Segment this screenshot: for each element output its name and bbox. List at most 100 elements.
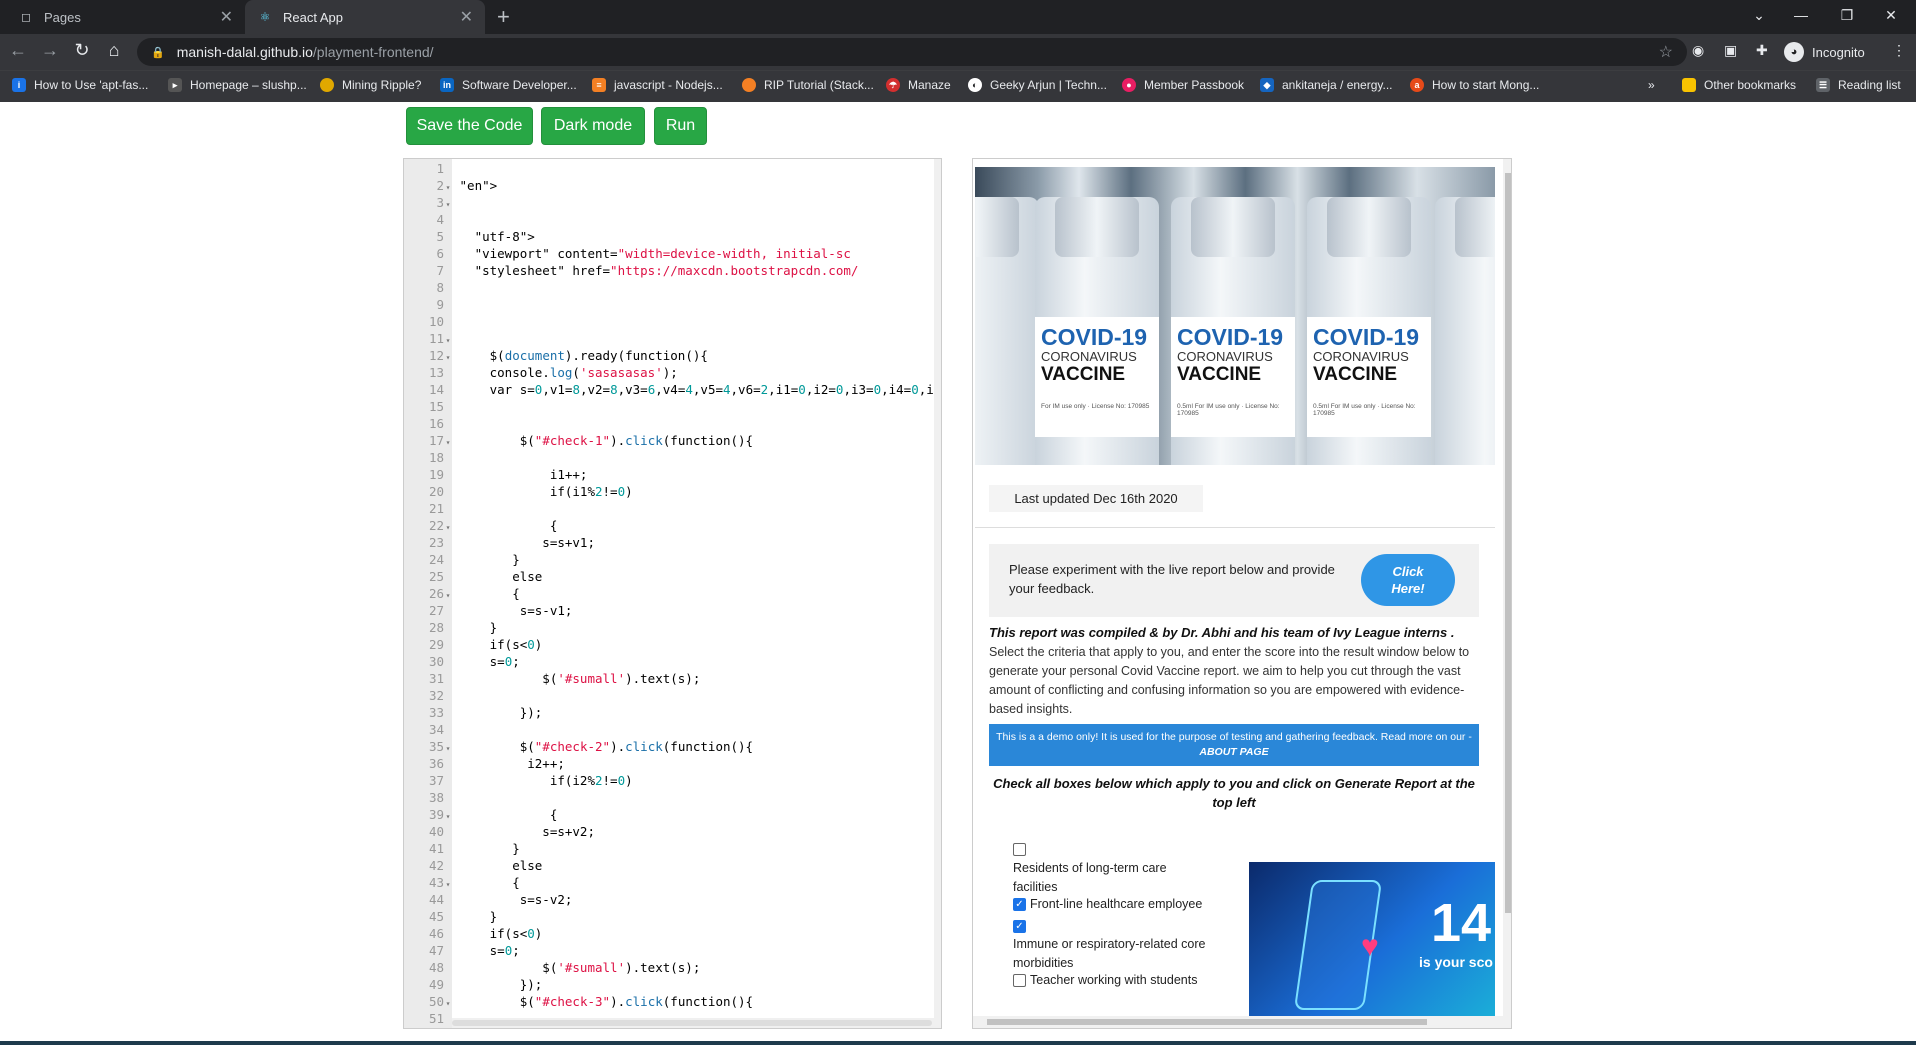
code-line[interactable]: 13 console.log('sasasasas'); bbox=[404, 364, 941, 381]
code-line[interactable]: 41 } bbox=[404, 840, 941, 857]
preview-vertical-scrollbar[interactable] bbox=[1503, 159, 1511, 1028]
address-bar[interactable]: 🔒 manish-dalal.github.io /playment-front… bbox=[137, 38, 1687, 66]
code-line[interactable]: 43 ▾ { bbox=[404, 874, 941, 891]
code-line[interactable]: 11 ▾ bbox=[404, 330, 941, 347]
checkbox-long-term-care[interactable] bbox=[1013, 843, 1026, 856]
code-line[interactable]: 38 bbox=[404, 789, 941, 806]
code-line[interactable]: 47 s=0; bbox=[404, 942, 941, 959]
code-line[interactable]: 5 "utf-8"> bbox=[404, 228, 941, 245]
run-button[interactable]: Run bbox=[654, 107, 707, 145]
code-line[interactable]: 39 ▾ { bbox=[404, 806, 941, 823]
code-line[interactable]: 22 ▾ { bbox=[404, 517, 941, 534]
code-line[interactable]: 46 if(s<0) bbox=[404, 925, 941, 942]
reading-list[interactable]: ☰ Reading list bbox=[1816, 78, 1901, 92]
tab-search-icon[interactable]: ⌄ bbox=[1744, 0, 1774, 30]
preview-frame[interactable]: COVID-19 CORONAVIRUS VACCINE For IM use onl… bbox=[972, 158, 1512, 1029]
minimize-icon[interactable]: — bbox=[1786, 0, 1816, 30]
extensions-puzzle-icon[interactable]: ✚ bbox=[1756, 42, 1768, 59]
menu-icon[interactable]: ⋮ bbox=[1892, 42, 1906, 59]
bookmark-item[interactable]: ☂ Manaze bbox=[886, 78, 951, 92]
code-line[interactable]: 24 } bbox=[404, 551, 941, 568]
bookmark-item[interactable]: ● Member Passbook bbox=[1122, 78, 1244, 92]
scroll-thumb[interactable] bbox=[1505, 173, 1511, 913]
code-line[interactable]: 37 if(i2%2!=0) bbox=[404, 772, 941, 789]
code-line[interactable]: 50 ▾ $("#check-3").click(function(){ bbox=[404, 993, 941, 1010]
bookmark-item[interactable]: a How to start Mong... bbox=[1410, 78, 1539, 92]
close-window-icon[interactable]: ✕ bbox=[1876, 0, 1906, 30]
code-line[interactable]: 10 "https://maxcdn.bootstrapcdn.com/boot… bbox=[404, 313, 941, 330]
code-line[interactable]: 3 ▾ bbox=[404, 194, 941, 211]
bookmark-item[interactable]: in Software Developer... bbox=[440, 78, 577, 92]
code-line[interactable]: 36 i2++; bbox=[404, 755, 941, 772]
scroll-thumb[interactable] bbox=[452, 1020, 932, 1026]
bookmark-item[interactable]: RIP Tutorial (Stack... bbox=[742, 78, 874, 92]
code-line[interactable]: 12 ▾ $(document).ready(function(){ bbox=[404, 347, 941, 364]
extension-icon[interactable]: ◉ bbox=[1692, 42, 1704, 59]
code-line[interactable]: 33 }); bbox=[404, 704, 941, 721]
dark-mode-button[interactable]: Dark mode bbox=[541, 107, 645, 145]
code-line[interactable]: 1 bbox=[404, 160, 941, 177]
code-line[interactable]: 16 bbox=[404, 415, 941, 432]
code-line[interactable]: 20 if(i1%2!=0) bbox=[404, 483, 941, 500]
code-line[interactable]: 31 $('#sumall').text(s); bbox=[404, 670, 941, 687]
code-line[interactable]: 25 else bbox=[404, 568, 941, 585]
code-line[interactable]: 6 "viewport" content="width=device-width… bbox=[404, 245, 941, 262]
back-icon[interactable]: ← bbox=[6, 40, 30, 61]
code-line[interactable]: 4 Bootstrap Example bbox=[404, 211, 941, 228]
click-here-button[interactable]: Click Here! bbox=[1361, 554, 1455, 606]
code-line[interactable]: 18 bbox=[404, 449, 941, 466]
code-line[interactable]: 2 ▾ "en"> bbox=[404, 177, 941, 194]
code-line[interactable]: 40 s=s+v2; bbox=[404, 823, 941, 840]
code-line[interactable]: 9 "https://cdnjs.cloudflare.com/ajax/lib… bbox=[404, 296, 941, 313]
bookmark-item[interactable]: i How to Use 'apt-fas... bbox=[12, 78, 148, 92]
preview-horizontal-scrollbar[interactable] bbox=[973, 1016, 1503, 1028]
extension-icon[interactable]: ▣ bbox=[1724, 42, 1737, 59]
code-line[interactable]: 21 bbox=[404, 500, 941, 517]
editor-vertical-scrollbar[interactable] bbox=[934, 159, 941, 1028]
code-line[interactable]: 48 $('#sumall').text(s); bbox=[404, 959, 941, 976]
restore-icon[interactable]: ❐ bbox=[1832, 0, 1862, 30]
code-line[interactable]: 35 ▾ $("#check-2").click(function(){ bbox=[404, 738, 941, 755]
close-tab-icon[interactable]: ✕ bbox=[460, 7, 473, 27]
code-line[interactable]: 8 "https://ajax.googleapis.com/ajax/libs… bbox=[404, 279, 941, 296]
code-line[interactable]: 15 bbox=[404, 398, 941, 415]
code-editor[interactable]: 1 2▾ "en">3▾ 4 Bootstrap Example5 "utf-8… bbox=[403, 158, 942, 1029]
checkbox-healthcare-employee[interactable]: ✓ bbox=[1013, 898, 1026, 911]
bookmark-star-icon[interactable]: ☆ bbox=[1659, 42, 1673, 62]
code-line[interactable]: 44 s=s-v2; bbox=[404, 891, 941, 908]
profile-incognito[interactable]: ◕ Incognito bbox=[1784, 41, 1865, 63]
save-code-button[interactable]: Save the Code bbox=[406, 107, 533, 145]
tab-react-app[interactable]: ⚛ React App ✕ bbox=[245, 0, 485, 34]
bookmark-item[interactable]: ≡ javascript - Nodejs... bbox=[592, 78, 723, 92]
code-line[interactable]: 26 ▾ { bbox=[404, 585, 941, 602]
code-line[interactable]: 7 "stylesheet" href="https://maxcdn.boot… bbox=[404, 262, 941, 279]
bookmark-item[interactable]: ▸ Homepage – slushp... bbox=[168, 78, 307, 92]
bookmark-item[interactable]: ◐ Geeky Arjun | Techn... bbox=[968, 78, 1107, 92]
checkbox-teacher[interactable] bbox=[1013, 974, 1026, 987]
other-bookmarks[interactable]: Other bookmarks bbox=[1682, 78, 1796, 92]
code-line[interactable]: 17 ▾ $("#check-1").click(function(){ bbox=[404, 432, 941, 449]
code-line[interactable]: 34 bbox=[404, 721, 941, 738]
home-icon[interactable]: ⌂ bbox=[102, 40, 126, 61]
code-line[interactable]: 49 }); bbox=[404, 976, 941, 993]
checkbox-immune-morbidities[interactable]: ✓ bbox=[1013, 920, 1026, 933]
code-line[interactable]: 27 s=s-v1; bbox=[404, 602, 941, 619]
forward-icon[interactable]: → bbox=[38, 40, 62, 61]
code-line[interactable]: 29 if(s<0) bbox=[404, 636, 941, 653]
code-line[interactable]: 28 } bbox=[404, 619, 941, 636]
reload-icon[interactable]: ↻ bbox=[70, 40, 94, 61]
code-line[interactable]: 32 bbox=[404, 687, 941, 704]
bookmark-item[interactable]: ◆ ankitaneja / energy... bbox=[1260, 78, 1393, 92]
code-line[interactable]: 45 } bbox=[404, 908, 941, 925]
tab-pages[interactable]: ◻ Pages ✕ bbox=[0, 0, 245, 34]
code-line[interactable]: 19 i1++; bbox=[404, 466, 941, 483]
editor-horizontal-scrollbar[interactable] bbox=[452, 1018, 934, 1028]
code-line[interactable]: 23 s=s+v1; bbox=[404, 534, 941, 551]
code-line[interactable]: 14 var s=0,v1=8,v2=8,v3=6,v4=4,v5=4,v6=2… bbox=[404, 381, 941, 398]
scroll-thumb[interactable] bbox=[987, 1019, 1427, 1025]
new-tab-icon[interactable]: + bbox=[497, 4, 510, 30]
about-page-link[interactable]: ABOUT PAGE bbox=[1199, 746, 1268, 758]
more-bookmarks-icon[interactable]: » bbox=[1648, 78, 1655, 92]
code-line[interactable]: 42 else bbox=[404, 857, 941, 874]
close-tab-icon[interactable]: ✕ bbox=[220, 7, 233, 27]
